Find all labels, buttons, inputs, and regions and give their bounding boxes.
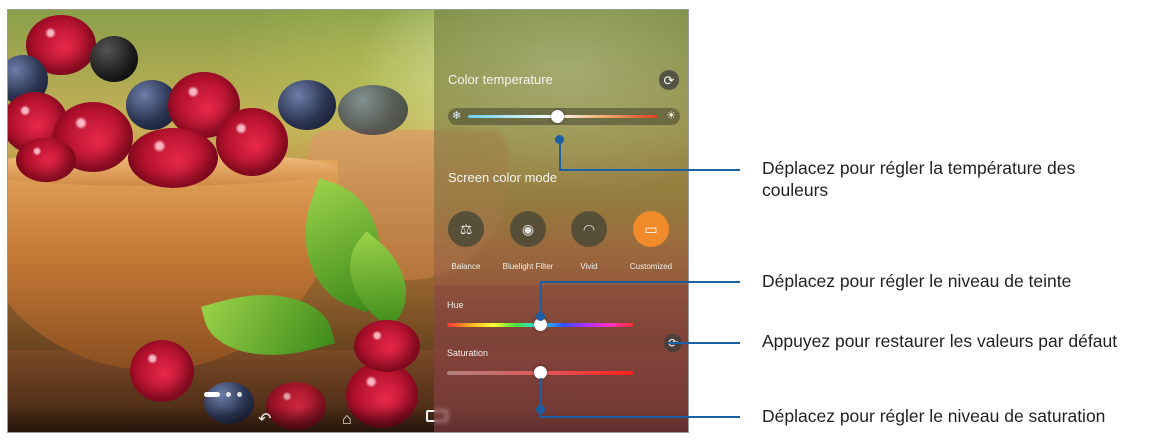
raspberry <box>128 128 218 188</box>
callout-line-saturation <box>540 378 542 418</box>
sun-icon: ☀ <box>666 110 676 122</box>
mode-vivid-button[interactable]: ◠ <box>571 211 607 247</box>
blueberry <box>338 85 408 135</box>
callout-saturation: Déplacez pour régler le niveau de satura… <box>762 406 1106 426</box>
callout-line-hue <box>540 283 542 314</box>
blueberry <box>278 80 336 130</box>
callout-temperature: Déplacez pour régler la température des … <box>762 158 1076 200</box>
screen-color-mode-title: Screen color mode <box>448 170 558 185</box>
callout-line-reset <box>668 342 740 344</box>
color-temperature-title: Color temperature <box>448 72 553 87</box>
raspberry <box>130 340 194 402</box>
page-indicator <box>204 392 242 397</box>
home-icon[interactable]: ⌂ <box>342 412 352 428</box>
color-temperature-handle[interactable] <box>551 110 565 123</box>
callout-line-saturation <box>540 416 740 418</box>
scale-icon: ⚖ <box>459 220 473 237</box>
device-screen: ↶ ⌂ Color temperature ⟳ ❄ ☀ Screen color… <box>7 9 689 433</box>
custom-settings-area <box>434 285 688 397</box>
mode-label: Customized <box>629 262 673 271</box>
raspberry <box>354 320 420 372</box>
eye-shield-icon: ◉ <box>521 220 535 237</box>
blackberry <box>90 36 138 82</box>
custom-display-icon: ▭ <box>644 220 658 237</box>
screen-color-panel: Color temperature ⟳ ❄ ☀ Screen color mod… <box>434 10 688 432</box>
mode-bluelight-filter-button[interactable]: ◉ <box>510 211 546 247</box>
mode-label: Balance <box>451 262 481 271</box>
back-icon[interactable]: ↶ <box>258 412 271 428</box>
callout-hue: Déplacez pour régler le niveau de teinte <box>762 271 1072 291</box>
mode-label: Vivid <box>580 262 598 271</box>
callout-line-temperature <box>559 139 561 171</box>
rainbow-icon: ◠ <box>582 220 596 237</box>
color-temperature-slider[interactable]: ❄ ☀ <box>448 108 680 125</box>
callout-reset: Appuyez pour restaurer les valeurs par d… <box>762 331 1118 351</box>
saturation-label: Saturation <box>447 348 489 358</box>
raspberry <box>216 108 288 176</box>
callout-line-hue <box>540 281 740 283</box>
hue-label: Hue <box>447 300 464 310</box>
page-dot <box>237 392 242 397</box>
color-temperature-reset-button[interactable]: ⟳ <box>659 70 679 90</box>
raspberry <box>16 138 76 182</box>
page-dot-active <box>204 392 220 397</box>
mode-balance-button[interactable]: ⚖ <box>448 211 484 247</box>
mode-customized-button[interactable]: ▭ <box>633 211 669 247</box>
refresh-icon: ⟳ <box>663 72 675 88</box>
snowflake-icon: ❄ <box>452 110 462 122</box>
mode-label: Bluelight Filter <box>502 262 554 271</box>
callout-line-temperature <box>559 169 740 171</box>
page-dot <box>226 392 231 397</box>
